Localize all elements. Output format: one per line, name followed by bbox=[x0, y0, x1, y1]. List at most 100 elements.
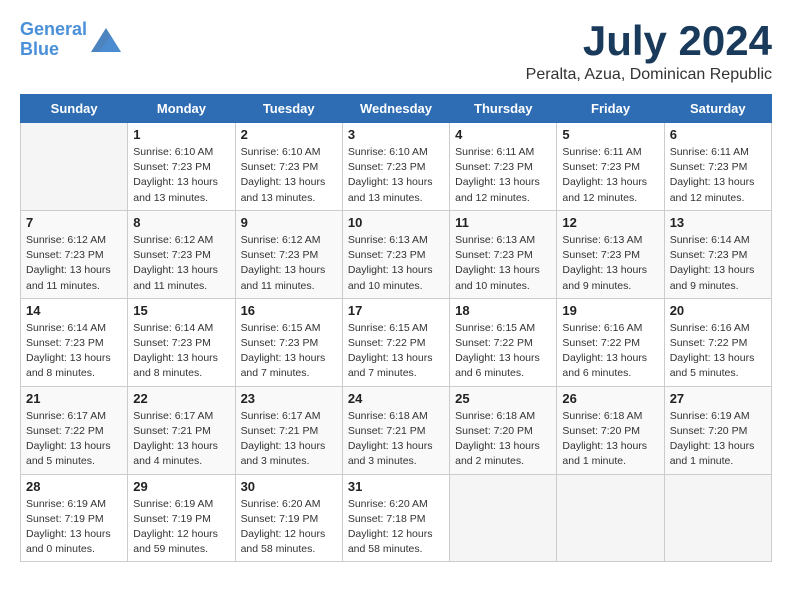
day-info: Sunrise: 6:14 AM Sunset: 7:23 PM Dayligh… bbox=[133, 321, 229, 382]
day-info: Sunrise: 6:12 AM Sunset: 7:23 PM Dayligh… bbox=[133, 233, 229, 294]
page-header: General Blue July 2024 Peralta, Azua, Do… bbox=[20, 20, 772, 84]
logo-icon bbox=[91, 28, 121, 52]
logo-blue: Blue bbox=[20, 39, 59, 59]
day-info: Sunrise: 6:10 AM Sunset: 7:23 PM Dayligh… bbox=[241, 145, 337, 206]
day-number: 24 bbox=[348, 391, 444, 406]
day-number: 10 bbox=[348, 215, 444, 230]
day-number: 29 bbox=[133, 479, 229, 494]
day-info: Sunrise: 6:18 AM Sunset: 7:20 PM Dayligh… bbox=[562, 409, 658, 470]
day-number: 3 bbox=[348, 127, 444, 142]
calendar-cell: 14 Sunrise: 6:14 AM Sunset: 7:23 PM Dayli… bbox=[21, 298, 128, 386]
weekday-row: SundayMondayTuesdayWednesdayThursdayFrid… bbox=[21, 95, 772, 123]
calendar-cell: 30Sunrise: 6:20 AM Sunset: 7:19 PM Dayli… bbox=[235, 474, 342, 562]
day-number: 14 bbox=[26, 303, 122, 318]
day-info: Sunrise: 6:19 AM Sunset: 7:19 PM Dayligh… bbox=[133, 497, 229, 558]
day-number: 8 bbox=[133, 215, 229, 230]
day-number: 21 bbox=[26, 391, 122, 406]
day-number: 13 bbox=[670, 215, 766, 230]
calendar-cell: 6 Sunrise: 6:11 AM Sunset: 7:23 PM Daylig… bbox=[664, 123, 771, 211]
day-info: Sunrise: 6:11 AM Sunset: 7:23 PM Dayligh… bbox=[670, 145, 766, 206]
day-info: Sunrise: 6:12 AM Sunset: 7:23 PM Dayligh… bbox=[241, 233, 337, 294]
day-info: Sunrise: 6:17 AM Sunset: 7:22 PM Dayligh… bbox=[26, 409, 122, 470]
calendar-cell: 21 Sunrise: 6:17 AM Sunset: 7:22 PM Dayli… bbox=[21, 386, 128, 474]
day-info: Sunrise: 6:12 AM Sunset: 7:23 PM Dayligh… bbox=[26, 233, 122, 294]
calendar-cell bbox=[450, 474, 557, 562]
calendar-cell: 15 Sunrise: 6:14 AM Sunset: 7:23 PM Dayli… bbox=[128, 298, 235, 386]
calendar-week-4: 21 Sunrise: 6:17 AM Sunset: 7:22 PM Dayli… bbox=[21, 386, 772, 474]
day-number: 15 bbox=[133, 303, 229, 318]
day-number: 22 bbox=[133, 391, 229, 406]
day-number: 16 bbox=[241, 303, 337, 318]
weekday-header-monday: Monday bbox=[128, 95, 235, 123]
day-info: Sunrise: 6:10 AM Sunset: 7:23 PM Dayligh… bbox=[348, 145, 444, 206]
calendar-header: SundayMondayTuesdayWednesdayThursdayFrid… bbox=[21, 95, 772, 123]
day-number: 5 bbox=[562, 127, 658, 142]
day-number: 18 bbox=[455, 303, 551, 318]
day-info: Sunrise: 6:14 AM Sunset: 7:23 PM Dayligh… bbox=[26, 321, 122, 382]
day-number: 6 bbox=[670, 127, 766, 142]
day-info: Sunrise: 6:20 AM Sunset: 7:18 PM Dayligh… bbox=[348, 497, 444, 558]
day-number: 12 bbox=[562, 215, 658, 230]
calendar-cell: 13 Sunrise: 6:14 AM Sunset: 7:23 PM Dayli… bbox=[664, 210, 771, 298]
calendar-cell: 1Sunrise: 6:10 AM Sunset: 7:23 PM Daylig… bbox=[128, 123, 235, 211]
calendar-cell: 16 Sunrise: 6:15 AM Sunset: 7:23 PM Dayli… bbox=[235, 298, 342, 386]
weekday-header-thursday: Thursday bbox=[450, 95, 557, 123]
day-number: 26 bbox=[562, 391, 658, 406]
day-number: 20 bbox=[670, 303, 766, 318]
calendar-cell: 11Sunrise: 6:13 AM Sunset: 7:23 PM Dayli… bbox=[450, 210, 557, 298]
logo-general: General bbox=[20, 19, 87, 39]
weekday-header-tuesday: Tuesday bbox=[235, 95, 342, 123]
calendar-cell: 8 Sunrise: 6:12 AM Sunset: 7:23 PM Daylig… bbox=[128, 210, 235, 298]
day-number: 27 bbox=[670, 391, 766, 406]
calendar-cell: 28Sunrise: 6:19 AM Sunset: 7:19 PM Dayli… bbox=[21, 474, 128, 562]
day-info: Sunrise: 6:20 AM Sunset: 7:19 PM Dayligh… bbox=[241, 497, 337, 558]
calendar-cell: 2Sunrise: 6:10 AM Sunset: 7:23 PM Daylig… bbox=[235, 123, 342, 211]
calendar-cell: 23Sunrise: 6:17 AM Sunset: 7:21 PM Dayli… bbox=[235, 386, 342, 474]
calendar-cell: 26 Sunrise: 6:18 AM Sunset: 7:20 PM Dayli… bbox=[557, 386, 664, 474]
day-info: Sunrise: 6:18 AM Sunset: 7:20 PM Dayligh… bbox=[455, 409, 551, 470]
weekday-header-sunday: Sunday bbox=[21, 95, 128, 123]
calendar-cell: 9Sunrise: 6:12 AM Sunset: 7:23 PM Daylig… bbox=[235, 210, 342, 298]
day-number: 7 bbox=[26, 215, 122, 230]
day-number: 25 bbox=[455, 391, 551, 406]
day-info: Sunrise: 6:16 AM Sunset: 7:22 PM Dayligh… bbox=[562, 321, 658, 382]
day-info: Sunrise: 6:19 AM Sunset: 7:20 PM Dayligh… bbox=[670, 409, 766, 470]
day-info: Sunrise: 6:17 AM Sunset: 7:21 PM Dayligh… bbox=[241, 409, 337, 470]
day-number: 28 bbox=[26, 479, 122, 494]
calendar-cell: 27 Sunrise: 6:19 AM Sunset: 7:20 PM Dayli… bbox=[664, 386, 771, 474]
calendar-week-2: 7 Sunrise: 6:12 AM Sunset: 7:23 PM Daylig… bbox=[21, 210, 772, 298]
day-number: 1 bbox=[133, 127, 229, 142]
calendar-cell: 18 Sunrise: 6:15 AM Sunset: 7:22 PM Dayli… bbox=[450, 298, 557, 386]
calendar-body: 1 Sunrise: 6:10 AM Sunset: 7:23 PM Daylig… bbox=[21, 123, 772, 562]
calendar-cell: 20Sunrise: 6:16 AM Sunset: 7:22 PM Dayli… bbox=[664, 298, 771, 386]
calendar-cell bbox=[557, 474, 664, 562]
calendar-week-3: 14 Sunrise: 6:14 AM Sunset: 7:23 PM Dayli… bbox=[21, 298, 772, 386]
day-number: 31 bbox=[348, 479, 444, 494]
month-title: July 2024 bbox=[526, 20, 772, 62]
calendar-cell: 12Sunrise: 6:13 AM Sunset: 7:23 PM Dayli… bbox=[557, 210, 664, 298]
day-number: 4 bbox=[455, 127, 551, 142]
calendar-table: SundayMondayTuesdayWednesdayThursdayFrid… bbox=[20, 94, 772, 562]
location: Peralta, Azua, Dominican Republic bbox=[526, 66, 772, 84]
calendar-cell: 4 Sunrise: 6:11 AM Sunset: 7:23 PM Daylig… bbox=[450, 123, 557, 211]
calendar-cell: 3 Sunrise: 6:10 AM Sunset: 7:23 PM Daylig… bbox=[342, 123, 449, 211]
logo: General Blue bbox=[20, 20, 121, 60]
day-info: Sunrise: 6:15 AM Sunset: 7:23 PM Dayligh… bbox=[241, 321, 337, 382]
logo-text: General Blue bbox=[20, 20, 87, 60]
calendar-cell: 31 Sunrise: 6:20 AM Sunset: 7:18 PM Dayli… bbox=[342, 474, 449, 562]
day-number: 11 bbox=[455, 215, 551, 230]
calendar-cell: 5 Sunrise: 6:11 AM Sunset: 7:23 PM Daylig… bbox=[557, 123, 664, 211]
day-info: Sunrise: 6:11 AM Sunset: 7:23 PM Dayligh… bbox=[562, 145, 658, 206]
weekday-header-friday: Friday bbox=[557, 95, 664, 123]
calendar-week-1: 1 Sunrise: 6:10 AM Sunset: 7:23 PM Daylig… bbox=[21, 123, 772, 211]
weekday-header-saturday: Saturday bbox=[664, 95, 771, 123]
day-info: Sunrise: 6:18 AM Sunset: 7:21 PM Dayligh… bbox=[348, 409, 444, 470]
calendar-cell: 17Sunrise: 6:15 AM Sunset: 7:22 PM Dayli… bbox=[342, 298, 449, 386]
calendar-cell: 29 Sunrise: 6:19 AM Sunset: 7:19 PM Dayli… bbox=[128, 474, 235, 562]
day-number: 17 bbox=[348, 303, 444, 318]
day-info: Sunrise: 6:11 AM Sunset: 7:23 PM Dayligh… bbox=[455, 145, 551, 206]
title-block: July 2024 Peralta, Azua, Dominican Repub… bbox=[526, 20, 772, 84]
calendar-week-5: 28 Sunrise: 6:19 AM Sunset: 7:19 PM Dayli… bbox=[21, 474, 772, 562]
day-info: Sunrise: 6:14 AM Sunset: 7:23 PM Dayligh… bbox=[670, 233, 766, 294]
day-info: Sunrise: 6:15 AM Sunset: 7:22 PM Dayligh… bbox=[455, 321, 551, 382]
